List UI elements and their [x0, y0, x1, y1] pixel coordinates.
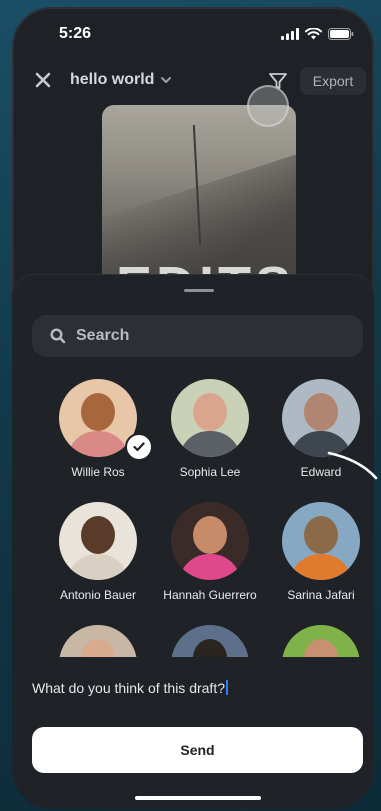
avatar-wrap: [59, 625, 137, 657]
avatar-body: [290, 431, 352, 457]
close-icon[interactable]: [34, 71, 52, 89]
contact-item[interactable]: [38, 625, 158, 657]
avatar-head: [81, 516, 115, 554]
avatar-body: [179, 554, 241, 580]
avatar-wrap: [171, 625, 249, 657]
avatar-head: [81, 639, 115, 657]
avatar-head: [193, 516, 227, 554]
contact-item[interactable]: Antonio Bauer: [38, 502, 158, 602]
search-icon: [50, 328, 66, 344]
avatar: [59, 625, 137, 657]
avatar-head: [193, 393, 227, 431]
contacts-grid: Willie Ros Sophia Lee Edward Antonio Bauer H…: [12, 373, 374, 657]
export-button[interactable]: Export: [300, 67, 366, 95]
touch-indicator: [247, 85, 289, 127]
avatar-head: [193, 639, 227, 657]
avatar: [282, 625, 360, 657]
message-input[interactable]: What do you think of this draft?: [32, 680, 228, 696]
signal-icon: [281, 28, 299, 40]
text-cursor: [226, 680, 228, 695]
phone-screen: 5:26 hello world Export Search Willie Ro…: [12, 7, 374, 809]
contact-name: Sophia Lee: [179, 465, 241, 479]
contact-name: Antonio Bauer: [59, 588, 137, 602]
contact-name: Hannah Guerrero: [163, 588, 257, 602]
avatar-wrap: [59, 379, 153, 461]
avatar: [171, 502, 249, 580]
send-button[interactable]: Send: [32, 727, 363, 773]
message-text: What do you think of this draft?: [32, 680, 225, 696]
status-time: 5:26: [59, 25, 92, 42]
avatar-body: [67, 554, 129, 580]
search-placeholder: Search: [76, 327, 130, 344]
contact-item[interactable]: [261, 625, 374, 657]
chevron-down-icon: [161, 77, 172, 83]
contact-item[interactable]: Willie Ros: [38, 379, 158, 479]
video-preview: EDITS: [102, 105, 296, 295]
contact-name: Sarina Jafari: [287, 588, 355, 602]
status-icons: [281, 28, 354, 40]
project-title-dropdown[interactable]: hello world: [70, 71, 172, 89]
share-sheet: Search Willie Ros Sophia Lee Edward Antonio…: [12, 275, 374, 809]
avatar-head: [81, 393, 115, 431]
avatar-wrap: [282, 625, 360, 657]
avatar-wrap: [282, 502, 360, 580]
avatar-wrap: [171, 502, 249, 580]
avatar-wrap: [282, 379, 360, 457]
avatar: [171, 379, 249, 457]
checkmark-icon: [125, 433, 153, 461]
avatar-body: [179, 431, 241, 457]
sheet-drag-handle[interactable]: [184, 289, 214, 292]
project-title: hello world: [70, 71, 155, 88]
avatar-wrap: [59, 502, 137, 580]
contact-item[interactable]: Edward: [261, 379, 374, 479]
avatar-head: [304, 516, 338, 554]
avatar: [59, 502, 137, 580]
contact-item[interactable]: Sophia Lee: [150, 379, 270, 479]
contact-item[interactable]: [150, 625, 270, 657]
avatar-body: [290, 554, 352, 580]
avatar-head: [304, 393, 338, 431]
contact-name: Edward: [300, 465, 342, 479]
avatar: [282, 502, 360, 580]
home-indicator[interactable]: [135, 796, 261, 800]
avatar-body: [67, 431, 129, 457]
contact-item[interactable]: Sarina Jafari: [261, 502, 374, 602]
avatar: [171, 625, 249, 657]
contact-name: Willie Ros: [71, 465, 125, 479]
top-bar: hello world Export: [12, 67, 374, 97]
wifi-icon: [305, 28, 322, 40]
battery-icon: [328, 28, 354, 40]
status-bar: 5:26: [12, 25, 374, 49]
search-input[interactable]: Search: [32, 315, 363, 357]
avatar-head: [304, 639, 338, 657]
avatar: [282, 379, 360, 457]
contact-item[interactable]: Hannah Guerrero: [150, 502, 270, 602]
avatar-wrap: [171, 379, 249, 457]
